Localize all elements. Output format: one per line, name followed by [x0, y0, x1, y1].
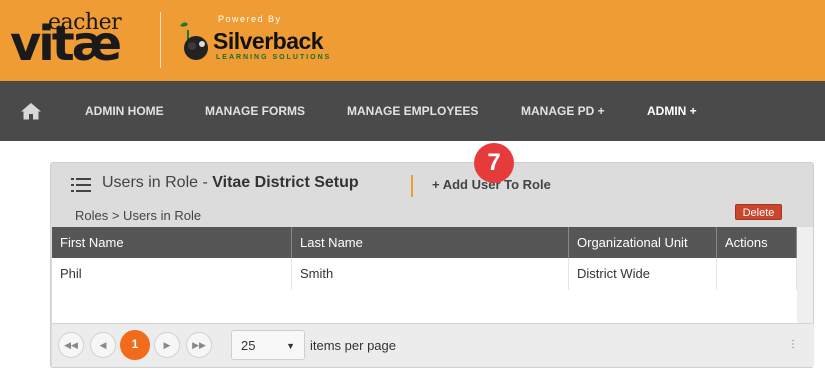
- nav-manage-employees[interactable]: MANAGE EMPLOYEES: [347, 104, 478, 118]
- partner-name: Silverback: [213, 28, 324, 54]
- nav-manage-forms[interactable]: MANAGE FORMS: [205, 104, 305, 118]
- caret-down-icon: ▼: [286, 341, 295, 351]
- panel-title-prefix: Users in Role -: [102, 174, 213, 191]
- pager: ◀◀ ◀ 1 ▶ ▶▶ 25 ▼ items per page ⋮: [52, 323, 814, 367]
- panel-title: Users in Role - Vitae District Setup: [102, 174, 359, 192]
- cell-org-unit: District Wide: [569, 258, 717, 290]
- logo-big-text: vitæ: [10, 16, 122, 72]
- cell-last-name: Smith: [292, 258, 569, 290]
- panel-title-role: Vitae District Setup: [212, 174, 359, 191]
- cell-actions: [717, 258, 797, 290]
- gorilla-icon: [180, 22, 208, 60]
- app-header: eacher vitæ Powered By Silverback LEARNI…: [0, 0, 825, 81]
- current-page-button[interactable]: 1: [120, 330, 150, 360]
- pager-info-marker: ⋮: [788, 339, 798, 350]
- main-nav: ADMIN HOME MANAGE FORMS MANAGE EMPLOYEES…: [0, 81, 825, 141]
- table-header: First Name Last Name Organizational Unit…: [52, 227, 797, 258]
- nav-admin-home[interactable]: ADMIN HOME: [85, 104, 164, 118]
- title-separator: [411, 175, 413, 197]
- nav-admin[interactable]: ADMIN +: [647, 104, 697, 118]
- prev-page-button[interactable]: ◀: [90, 332, 116, 358]
- powered-by-text: Powered By: [218, 14, 282, 24]
- logo-divider: [160, 12, 161, 68]
- items-per-page-label: items per page: [310, 338, 396, 353]
- breadcrumb: Roles > Users in Role: [75, 208, 202, 223]
- delete-button[interactable]: Delete: [735, 204, 782, 220]
- column-header-first-name[interactable]: First Name: [52, 227, 292, 258]
- next-page-button[interactable]: ▶: [154, 332, 180, 358]
- nav-manage-pd[interactable]: MANAGE PD +: [521, 104, 605, 118]
- column-header-actions: Actions: [717, 227, 797, 258]
- table-row: Phil Smith District Wide: [52, 258, 797, 290]
- partner-subtitle: LEARNING SOLUTIONS: [216, 54, 332, 61]
- column-header-org-unit[interactable]: Organizational Unit: [569, 227, 717, 258]
- home-icon[interactable]: [20, 102, 42, 120]
- users-in-role-panel: Users in Role - Vitae District Setup + A…: [50, 143, 814, 368]
- last-page-button[interactable]: ▶▶: [186, 332, 212, 358]
- users-table: First Name Last Name Organizational Unit…: [52, 227, 797, 323]
- page-size-select[interactable]: 25 ▼: [231, 330, 305, 360]
- column-header-last-name[interactable]: Last Name: [292, 227, 569, 258]
- step-number-badge: 7: [474, 143, 514, 183]
- cell-first-name: Phil: [52, 258, 292, 290]
- list-icon: [71, 178, 91, 192]
- first-page-button[interactable]: ◀◀: [58, 332, 84, 358]
- table-scrollbar[interactable]: [797, 227, 813, 323]
- page-size-value: 25: [241, 338, 256, 353]
